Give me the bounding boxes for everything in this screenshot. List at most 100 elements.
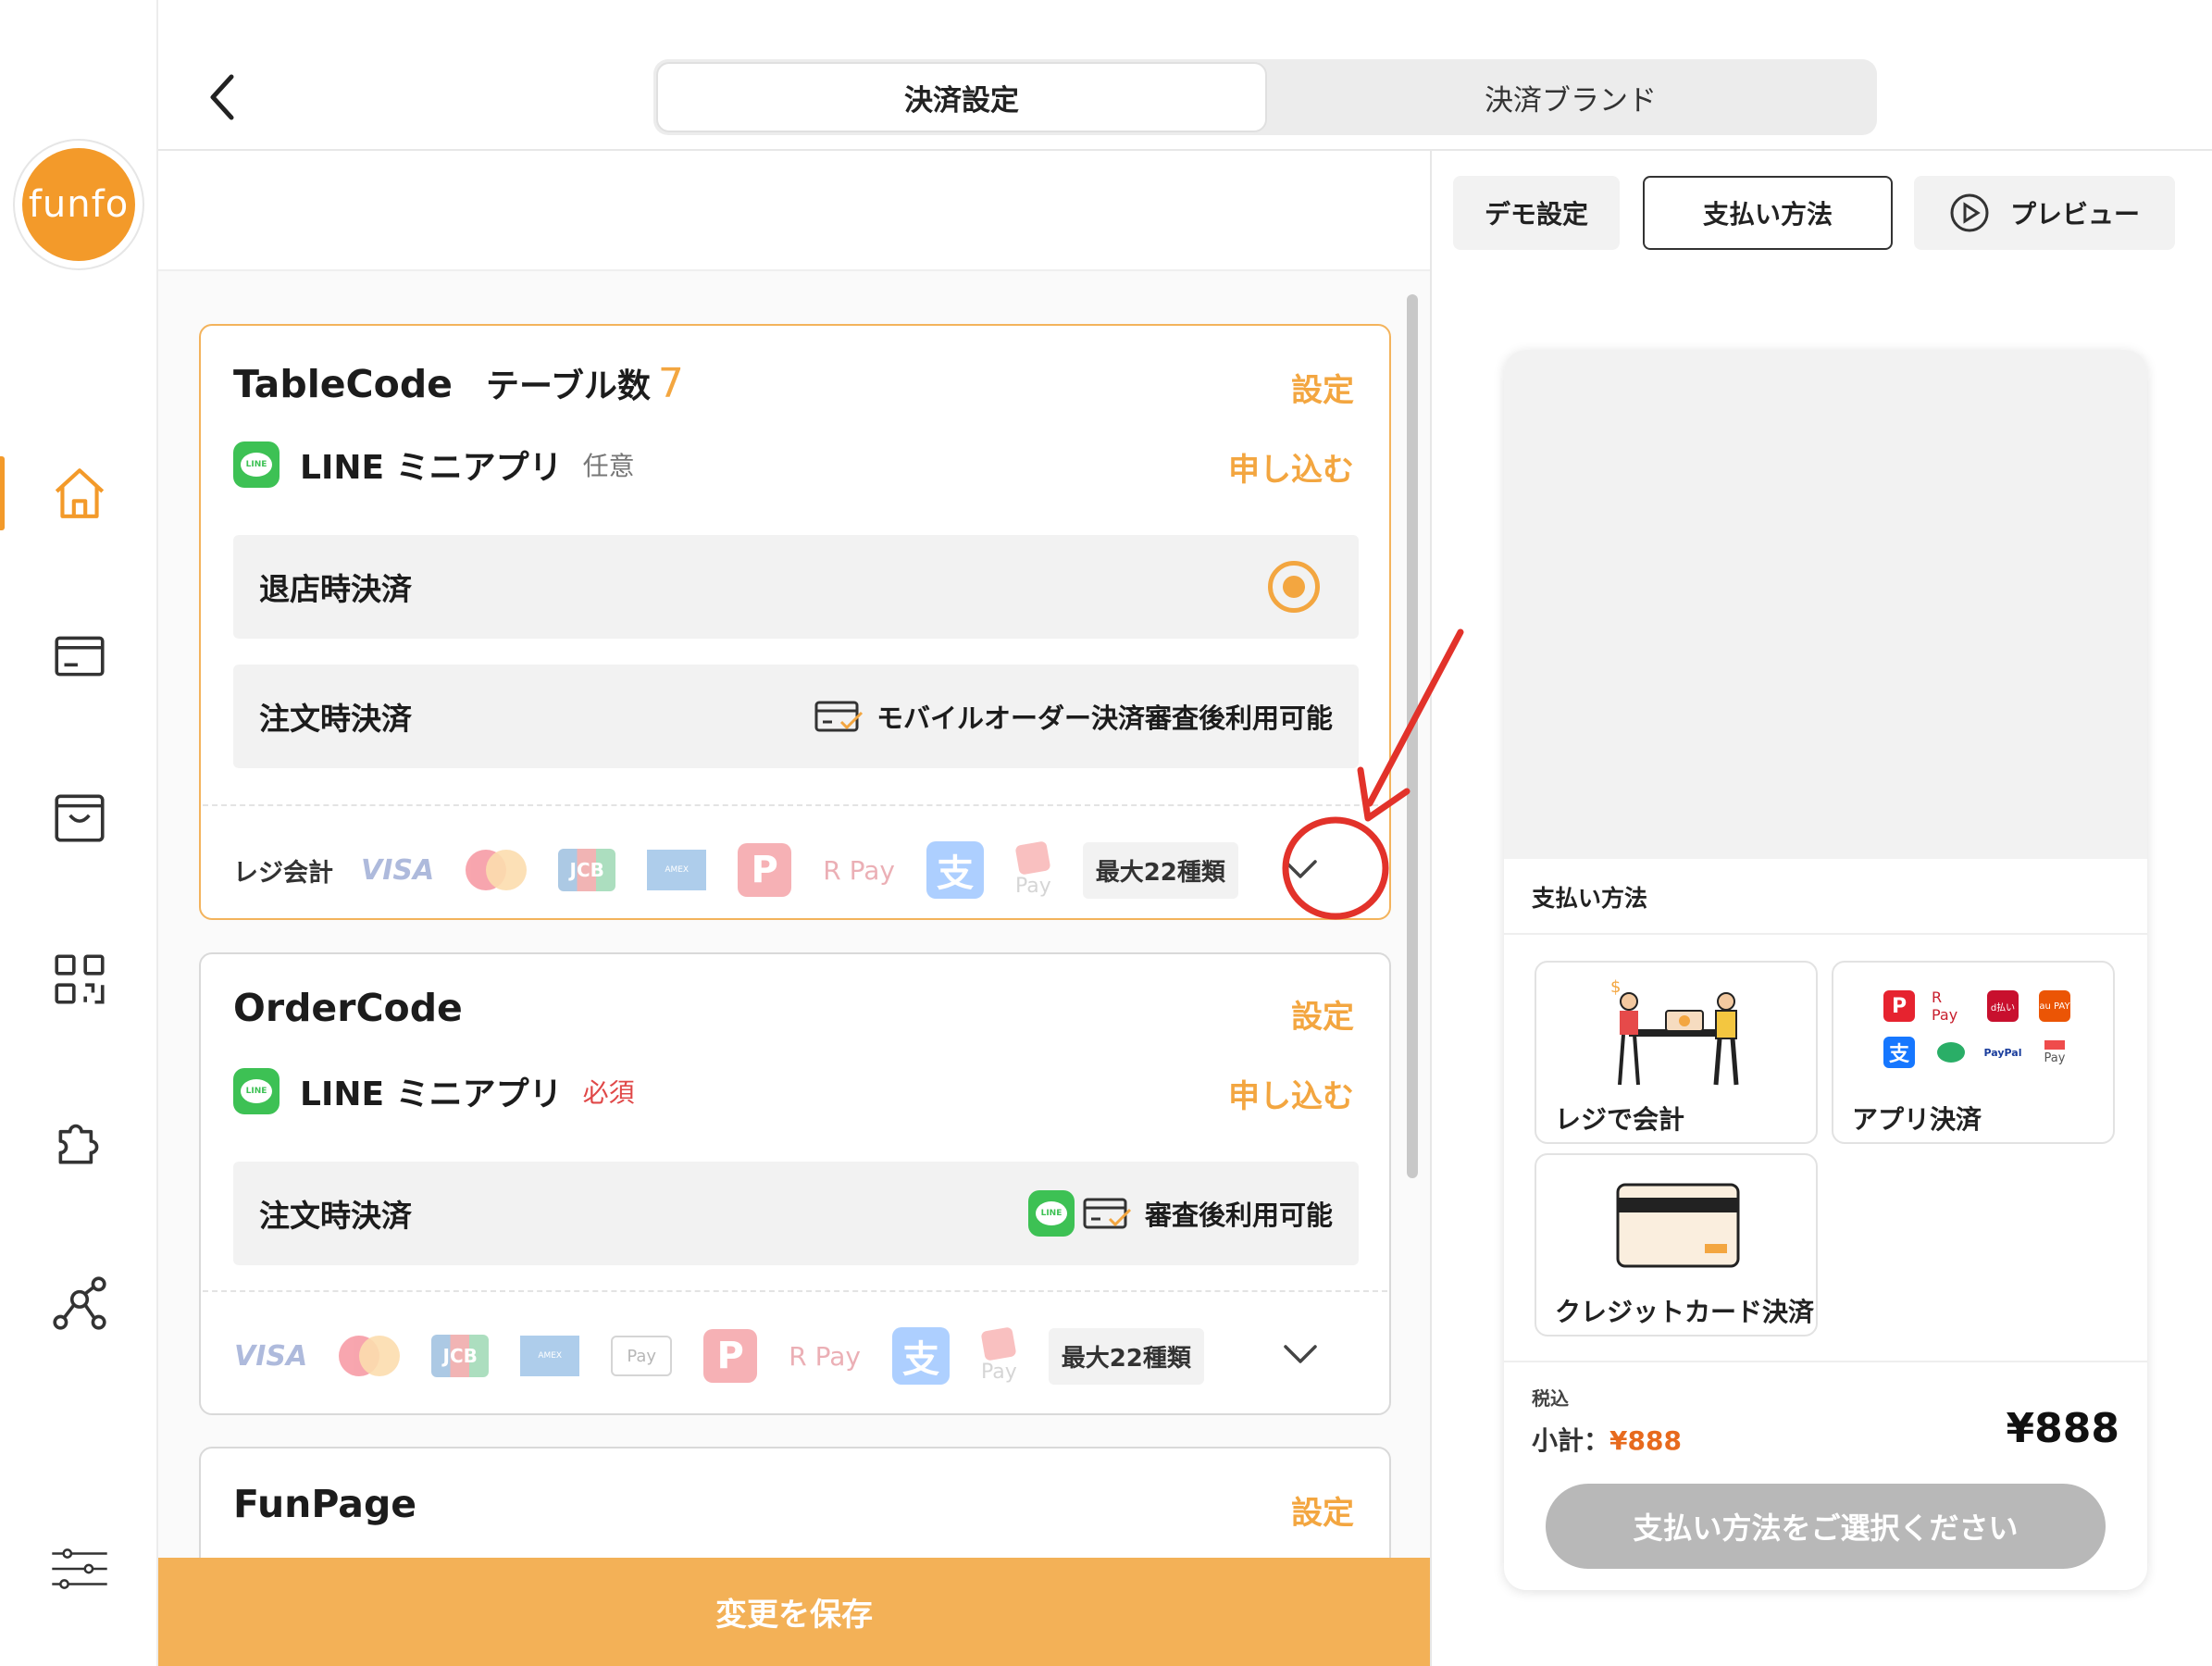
- play-icon: [1950, 193, 1989, 232]
- cashier-illustration-icon: $: [1610, 977, 1739, 1086]
- ordercode-apply-link[interactable]: 申し込む: [1228, 1071, 1354, 1116]
- method-label: レジで会計: [1555, 1104, 1685, 1135]
- credit-card-icon: [1616, 1183, 1740, 1268]
- amex-icon: AMEX: [647, 850, 707, 890]
- card-check-icon: [814, 701, 864, 732]
- brand-row: VISA JCB AMEX Pay P R Pay 支 Pay 最大22種類: [234, 1319, 1363, 1393]
- line-miniapp-name: LINE ミニアプリ: [300, 449, 563, 487]
- method-credit-card[interactable]: クレジットカード決済: [1535, 1153, 1818, 1337]
- preview-button[interactable]: プレビュー: [1914, 176, 2175, 250]
- nav-payments[interactable]: [0, 604, 158, 706]
- line-miniapp-row: LINE LINE ミニアプリ 任意: [233, 441, 635, 489]
- select-payment-button[interactable]: 支払い方法をご選択ください: [1546, 1484, 2106, 1569]
- home-icon: [55, 468, 104, 518]
- button-label: 支払い方法: [1702, 199, 1833, 230]
- apple-pay-icon: Pay: [611, 1336, 673, 1376]
- nav-home[interactable]: [0, 442, 158, 544]
- amex-icon: AMEX: [520, 1336, 580, 1376]
- mastercard-icon: [339, 1336, 401, 1376]
- svg-text:$: $: [1610, 977, 1621, 997]
- paypay-icon: P: [738, 843, 792, 897]
- ordercode-settings-link[interactable]: 設定: [1291, 991, 1354, 1037]
- demo-settings-button[interactable]: デモ設定: [1453, 176, 1620, 250]
- radio-selected-icon[interactable]: [1268, 561, 1320, 613]
- tables-label: テーブル数: [485, 367, 651, 405]
- expand-brands-button[interactable]: [1268, 1323, 1333, 1387]
- required-tag: 必須: [582, 1077, 635, 1108]
- funfo-logo[interactable]: funfo: [22, 148, 135, 261]
- optional-tag: 任意: [582, 451, 635, 481]
- paypay-icon: P: [703, 1329, 758, 1383]
- alipay-icon: 支: [926, 841, 984, 899]
- option-order-payment[interactable]: 注文時決済 モバイルオーダー決済審査後利用可能: [233, 665, 1359, 768]
- tablecode-card: TableCode テーブル数 7 設定 LINE LINE ミニアプリ 任意 申し…: [199, 324, 1391, 920]
- option-checkout-payment[interactable]: 退店時決済: [233, 535, 1359, 639]
- rakuten-pay-icon: R Pay: [789, 1340, 861, 1372]
- scrollbar[interactable]: [1407, 294, 1418, 1178]
- tablecode-settings-link[interactable]: 設定: [1291, 365, 1354, 410]
- chevron-left-icon: [210, 74, 234, 120]
- qr-code-icon: [54, 954, 105, 1004]
- nav-plugins[interactable]: [0, 1090, 158, 1192]
- d-barai-icon: d払い: [1987, 990, 2019, 1022]
- left-toolbar-area: [158, 151, 1430, 271]
- nav-network[interactable]: [0, 1252, 158, 1354]
- funpage-settings-link[interactable]: 設定: [1291, 1487, 1354, 1533]
- visa-icon: VISA: [234, 1339, 308, 1373]
- option-order-payment[interactable]: 注文時決済 LINE 審査後利用可能: [233, 1162, 1359, 1265]
- tablecode-apply-link[interactable]: 申し込む: [1228, 444, 1354, 490]
- sidebar: funfo: [0, 0, 158, 1666]
- line-miniapp-row: LINE LINE ミニアプリ 必須: [233, 1067, 635, 1115]
- panel-divider: [1430, 149, 1432, 1666]
- mastercard-icon: [466, 850, 528, 890]
- button-label: プレビュー: [2009, 199, 2140, 230]
- method-register[interactable]: $ レジで会計: [1535, 961, 1818, 1144]
- payment-method-button[interactable]: 支払い方法: [1643, 176, 1893, 250]
- jcb-icon: JCB: [558, 849, 616, 891]
- app-payment-icons: P R Pay d払い au PAY 支 PayPal Pay: [1880, 988, 2074, 1068]
- card-title: TableCode テーブル数 7: [233, 359, 684, 407]
- bag-icon: [54, 794, 105, 842]
- alipay-icon: 支: [891, 1327, 950, 1385]
- option-label: 注文時決済: [259, 1198, 412, 1234]
- chevron-down-icon: [1284, 860, 1317, 878]
- nav-shop[interactable]: [0, 766, 158, 868]
- nav-settings[interactable]: [0, 1518, 158, 1620]
- method-app-payment[interactable]: P R Pay d払い au PAY 支 PayPal Pay アプリ決済: [1832, 961, 2115, 1144]
- method-label: クレジットカード決済: [1555, 1297, 1815, 1327]
- ordercode-title: OrderCode: [233, 986, 463, 1030]
- subtotal-amount: ¥888: [1609, 1425, 1682, 1456]
- tab-label: 決済ブランド: [1485, 83, 1657, 118]
- preview-phone: 支払い方法 $ レジで会計 P R Pay d払い au PAY 支 PayPa…: [1504, 350, 2147, 1590]
- divider: [203, 1290, 1387, 1292]
- line-icon: LINE: [233, 1068, 280, 1114]
- subtotal: 小計：¥888: [1532, 1421, 1682, 1458]
- rakuten-pay-icon: R Pay: [1932, 988, 1958, 1024]
- total-amount: ¥888: [2006, 1405, 2119, 1452]
- tablecode-title: TableCode: [233, 362, 453, 406]
- logo-text: funfo: [28, 183, 130, 226]
- app-root: funfo 決済設定 決済ブランド TableCode テーブル数 7 設定 L…: [0, 0, 2212, 1666]
- line-icon: LINE: [233, 441, 280, 488]
- expand-brands-button[interactable]: [1268, 838, 1333, 902]
- save-label: 変更を保存: [715, 1597, 873, 1634]
- max-brands-badge: 最大22種類: [1048, 1327, 1204, 1385]
- tax-label: 税込: [1532, 1387, 1569, 1410]
- divider: [203, 804, 1387, 806]
- merpay-icon: Pay: [1014, 839, 1051, 898]
- back-button[interactable]: [190, 60, 255, 134]
- tab-label: 決済設定: [904, 83, 1019, 118]
- tables-count: 7: [657, 360, 684, 407]
- ordercode-card: OrderCode 設定 LINE LINE ミニアプリ 必須 申し込む 注文時…: [199, 952, 1391, 1415]
- payment-method-title: 支払い方法: [1532, 885, 1648, 912]
- preview-banner: [1504, 350, 2147, 859]
- nav-qr[interactable]: [0, 928, 158, 1030]
- visa-icon: VISA: [361, 853, 435, 887]
- tab-payment-settings[interactable]: 決済設定: [656, 62, 1267, 132]
- au-pay-icon: au PAY: [2039, 990, 2070, 1022]
- option-note: モバイルオーダー決済審査後利用可能: [876, 702, 1333, 734]
- option-note: 審査後利用可能: [1144, 1200, 1333, 1231]
- tab-payment-brands[interactable]: 決済ブランド: [1267, 62, 1874, 132]
- save-changes-button[interactable]: 変更を保存: [158, 1558, 1430, 1666]
- line-icon: LINE: [1027, 1190, 1075, 1237]
